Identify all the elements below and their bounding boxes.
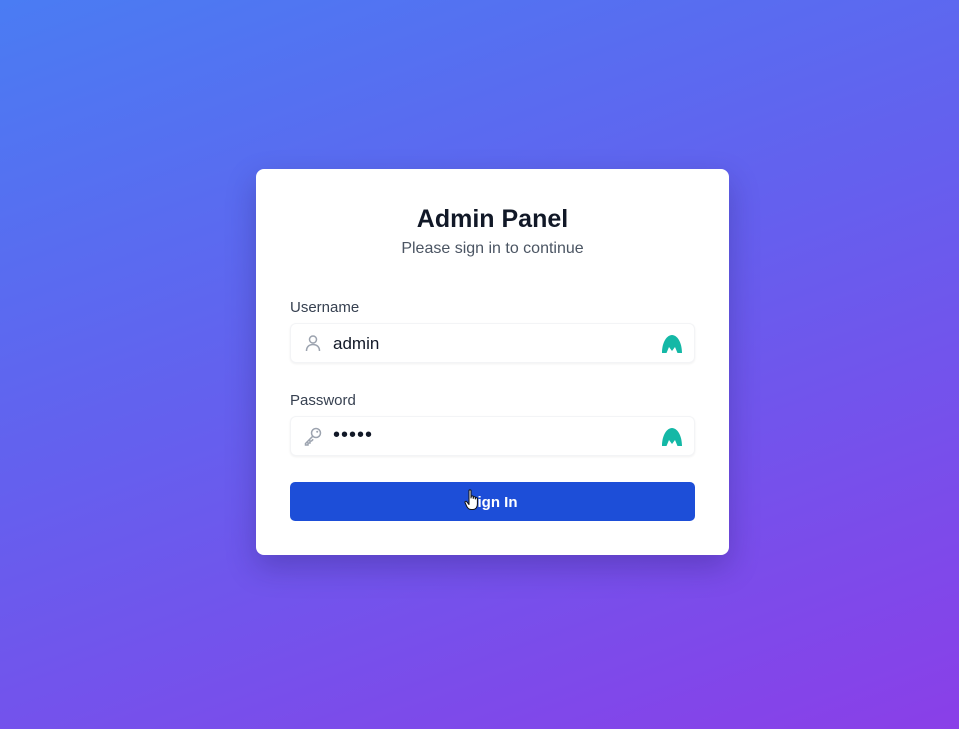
sign-in-button[interactable]: Sign In	[290, 482, 695, 521]
username-label: Username	[290, 299, 360, 316]
page-subtitle: Please sign in to continue	[401, 240, 584, 257]
password-value: •••••	[333, 424, 374, 446]
user-icon	[303, 333, 323, 353]
page-title: Admin Panel	[416, 205, 569, 233]
username-field[interactable]: admin	[290, 323, 695, 363]
password-label: Password	[290, 392, 356, 409]
username-value: admin	[333, 334, 380, 353]
password-field[interactable]: •••••	[290, 416, 695, 456]
password-manager-icon[interactable]	[661, 333, 683, 355]
password-manager-icon[interactable]	[661, 426, 683, 448]
key-icon	[303, 426, 323, 446]
login-card: Admin Panel Please sign in to continue U…	[256, 169, 729, 555]
